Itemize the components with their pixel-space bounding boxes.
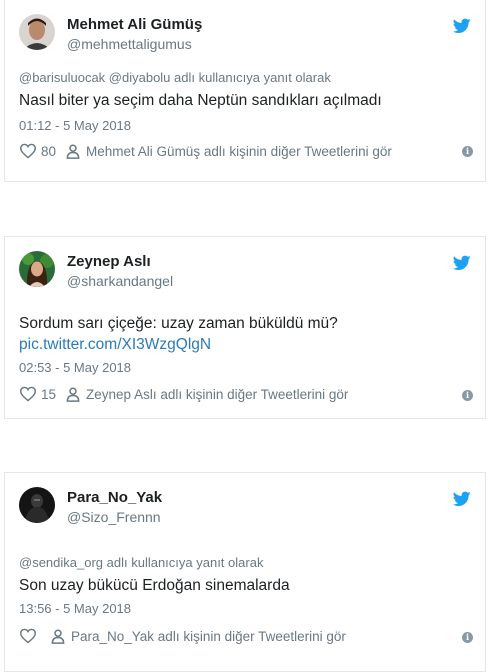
reply-context[interactable]: @sendika_org adlı kullanıcıya yanıt olar… [19, 555, 263, 570]
author-name[interactable]: Para_No_Yak [67, 489, 162, 506]
avatar[interactable] [19, 14, 55, 50]
tweet-card: Mehmet Ali Gümüş @mehmettaligumus @baris… [4, 0, 486, 182]
avatar[interactable] [19, 251, 55, 287]
media-link[interactable]: pic.twitter.com/XI3WzgQlgN [19, 334, 211, 355]
author-handle[interactable]: @sharkandangel [67, 273, 173, 289]
heart-icon[interactable] [19, 628, 37, 644]
tweet-timestamp[interactable]: 02:53 - 5 May 2018 [19, 360, 131, 375]
tweet-actions: 15 Zeynep Aslı adlı kişinin diğer Tweetl… [19, 386, 348, 402]
heart-icon[interactable] [19, 386, 37, 402]
tweet-text: Nasıl biter ya seçim daha Neptün sandıkl… [19, 92, 382, 109]
avatar[interactable] [19, 487, 55, 523]
like-count[interactable]: 15 [41, 387, 56, 402]
twitter-bird-icon[interactable] [453, 491, 471, 507]
person-icon [66, 143, 80, 159]
more-tweets-link[interactable]: Zeynep Aslı adlı kişinin diğer Tweetleri… [86, 387, 348, 402]
author-handle[interactable]: @mehmettaligumus [67, 36, 192, 52]
tweet-timestamp[interactable]: 01:12 - 5 May 2018 [19, 118, 131, 133]
author-handle[interactable]: @Sizo_Frennn [67, 509, 161, 525]
tweet-timestamp[interactable]: 13:56 - 5 May 2018 [19, 601, 131, 616]
tweet-actions: 80 Mehmet Ali Gümüş adlı kişinin diğer T… [19, 143, 392, 159]
info-icon[interactable]: i [462, 390, 473, 401]
author-name[interactable]: Zeynep Aslı [67, 253, 151, 270]
tweet-card: Zeynep Aslı @sharkandangel Sordum sarı ç… [4, 236, 486, 419]
person-icon [66, 386, 80, 402]
reply-context[interactable]: @barisuluocak @diyabolu adlı kullanıcıya… [19, 70, 331, 85]
person-icon [51, 628, 65, 644]
more-tweets-link[interactable]: Para_No_Yak adlı kişinin diğer Tweetleri… [71, 629, 346, 644]
tweet-actions: Para_No_Yak adlı kişinin diğer Tweetleri… [19, 628, 346, 644]
tweet-text: Son uzay bükücü Erdoğan sinemalarda [19, 577, 290, 594]
like-count[interactable]: 80 [41, 144, 56, 159]
info-icon[interactable]: i [462, 632, 473, 643]
twitter-bird-icon[interactable] [453, 18, 471, 34]
twitter-bird-icon[interactable] [453, 255, 471, 271]
heart-icon[interactable] [19, 143, 37, 159]
more-tweets-link[interactable]: Mehmet Ali Gümüş adlı kişinin diğer Twee… [86, 144, 392, 159]
tweet-card: Para_No_Yak @Sizo_Frennn @sendika_org ad… [4, 472, 486, 672]
info-icon[interactable]: i [462, 146, 473, 157]
tweet-text: Sordum sarı çiçeğe: uzay zaman büküldü m… [19, 315, 338, 332]
author-name[interactable]: Mehmet Ali Gümüş [67, 16, 202, 33]
